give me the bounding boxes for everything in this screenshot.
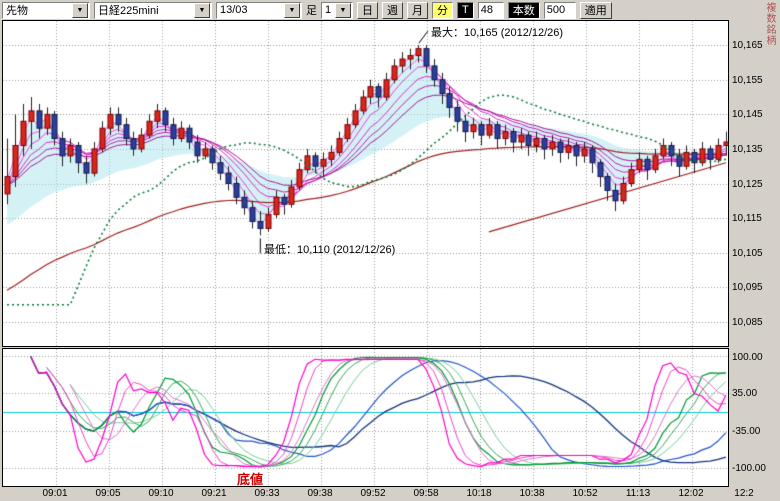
price-axis-label: 10,155 [732, 75, 763, 86]
oscillator-canvas[interactable] [3, 349, 728, 486]
time-axis-label: 09:21 [191, 488, 237, 499]
time-axis-label: 12:02 [668, 488, 714, 499]
time-axis-label: 09:38 [297, 488, 343, 499]
bar-count-input[interactable] [544, 2, 576, 19]
chevron-down-icon[interactable]: ▼ [72, 3, 88, 18]
time-axis-label: 09:05 [85, 488, 131, 499]
toolbar: 先物 ▼ 日経225mini ▼ 13/03 ▼ 足 1 ▼ 日 週 月 分 T… [0, 0, 780, 20]
time-axis-label: 12:2 [721, 488, 767, 499]
interval-select[interactable]: 1 ▼ [321, 2, 353, 19]
time-axis-label: 10:18 [456, 488, 502, 499]
time-axis-label: 09:33 [244, 488, 290, 499]
time-axis-label: 09:52 [350, 488, 396, 499]
time-axis-label: 10:52 [562, 488, 608, 499]
oscillator-panel: 底値 [2, 348, 729, 487]
time-axis-label: 09:01 [32, 488, 78, 499]
price-chart-panel: 最大：10,165 (2012/12/26) 最低：10,110 (2012/1… [2, 20, 729, 347]
chevron-down-icon[interactable]: ▼ [194, 3, 210, 18]
instrument-value: 日経225mini [95, 2, 194, 18]
instrument-type-value: 先物 [3, 2, 72, 18]
time-axis-label: 09:10 [138, 488, 184, 499]
oscillator-axis-label: -100.00 [732, 463, 766, 474]
price-chart-canvas[interactable] [3, 21, 728, 346]
time-axis-label: 11:13 [615, 488, 661, 499]
period-week-button[interactable]: 週 [382, 2, 403, 19]
instrument-select[interactable]: 日経225mini ▼ [94, 2, 212, 19]
period-month-button[interactable]: 月 [407, 2, 428, 19]
time-axis-label: 10:38 [509, 488, 555, 499]
chevron-down-icon[interactable]: ▼ [335, 3, 351, 18]
oscillator-axis-label: 35.00 [732, 388, 757, 399]
price-axis-label: 10,095 [732, 282, 763, 293]
bar-minutes-input[interactable] [478, 2, 504, 19]
period-day-button[interactable]: 日 [357, 2, 378, 19]
max-price-annotation: 最大：10,165 (2012/12/26) [431, 24, 563, 40]
bottom-price-annotation: 底値 [237, 469, 263, 488]
interval-value: 1 [322, 4, 335, 16]
price-axis-label: 10,165 [732, 40, 763, 51]
chevron-down-icon[interactable]: ▼ [284, 3, 300, 18]
tick-toggle-button[interactable]: T [457, 2, 474, 19]
price-axis-label: 10,145 [732, 109, 763, 120]
multi-symbol-link[interactable]: 複数銘柄 [762, 2, 777, 46]
contract-month-value: 13/03 [217, 4, 284, 16]
price-axis-label: 10,115 [732, 213, 762, 224]
price-axis-label: 10,135 [732, 144, 763, 155]
ashi-label: 足 [306, 2, 317, 18]
instrument-type-select[interactable]: 先物 ▼ [2, 2, 90, 19]
oscillator-axis-label: -35.00 [732, 426, 760, 437]
min-price-annotation: 最低：10,110 (2012/12/26) [264, 241, 395, 257]
period-minute-button[interactable]: 分 [432, 2, 453, 19]
oscillator-axis-label: 100.00 [732, 352, 763, 363]
chart-app-window: 先物 ▼ 日経225mini ▼ 13/03 ▼ 足 1 ▼ 日 週 月 分 T… [0, 0, 780, 501]
price-axis-label: 10,125 [732, 179, 763, 190]
price-axis-label: 10,085 [732, 317, 763, 328]
apply-button[interactable]: 適用 [580, 2, 612, 19]
bar-count-button[interactable]: 本数 [508, 2, 540, 19]
price-axis-label: 10,105 [732, 248, 763, 259]
time-axis-label: 09:58 [403, 488, 449, 499]
contract-month-select[interactable]: 13/03 ▼ [216, 2, 302, 19]
